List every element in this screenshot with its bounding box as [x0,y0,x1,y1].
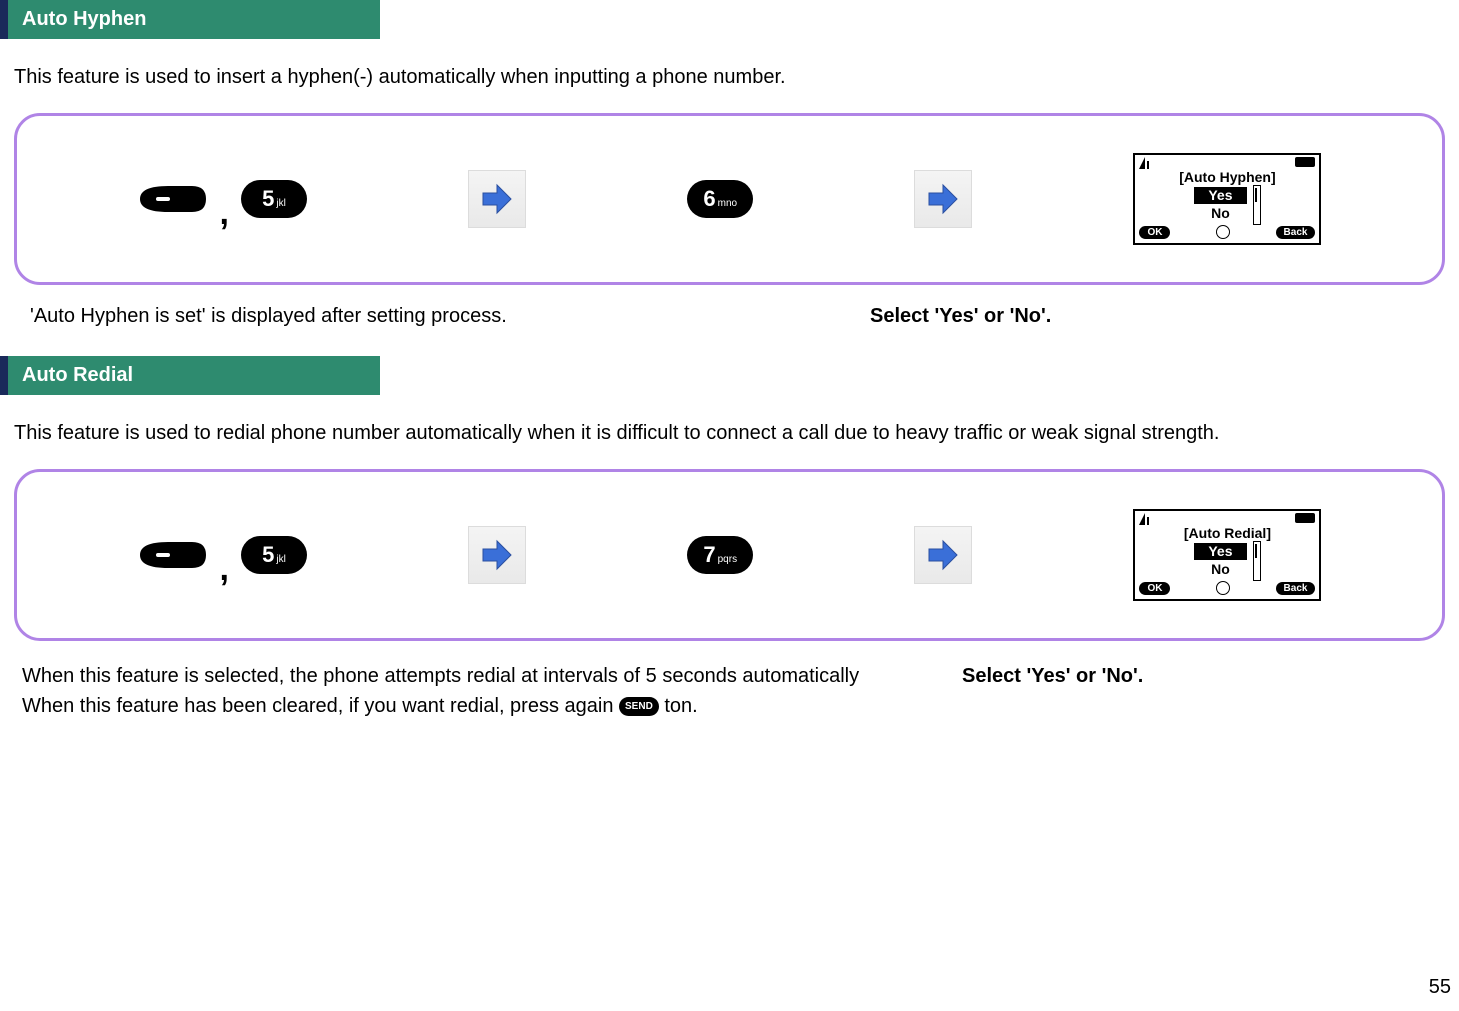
option-yes: Yes [1194,543,1246,560]
screen-title: [Auto Redial] [1139,525,1315,541]
caption-line2-post: ton. [664,695,697,717]
nav-key-icon [138,536,208,574]
screen-title: [Auto Hyphen] [1139,169,1315,185]
key-letters: pqrs [718,541,737,579]
softkey-mid-icon [1216,581,1230,595]
key-digit: 5 [262,536,274,574]
arrow-right-icon [914,526,972,584]
battery-icon [1295,513,1315,523]
section-title: Auto Redial [22,364,133,386]
caption-row: 'Auto Hyphen is set' is displayed after … [30,305,1459,328]
screen-options: Yes No [1194,187,1246,222]
softkey-back: Back [1276,582,1316,595]
key-group: , 5jkl [138,180,307,219]
caption-right: Select 'Yes' or 'No'. [870,305,1051,328]
separator-comma: , [220,550,229,589]
nav-key-icon [138,180,208,218]
section-header-auto-hyphen: Auto Hyphen [0,0,380,39]
option-yes: Yes [1194,187,1246,204]
arrow-right-icon [914,170,972,228]
caption-line1: When this feature is selected, the phone… [22,661,912,691]
softkey-back: Back [1276,226,1316,239]
scrollbar-icon [1253,185,1261,225]
softkey-mid-icon [1216,225,1230,239]
caption-left: 'Auto Hyphen is set' is displayed after … [30,305,690,328]
steps-panel-redial: , 5jkl 7pqrs [Auto Redial] Yes No [14,469,1445,641]
battery-icon [1295,157,1315,167]
scrollbar-icon [1253,541,1261,581]
key-letters: mno [718,185,737,223]
section-header-auto-redial: Auto Redial [0,356,380,395]
send-button-icon: SEND [619,697,659,716]
arrow-right-icon [468,526,526,584]
steps-panel-hyphen: , 5jkl 6mno [Auto Hyphen] Yes No [14,113,1445,285]
screen-options: Yes No [1194,543,1246,578]
key-digit: 6 [703,180,715,218]
key-5: 5jkl [241,536,307,574]
key-6: 6mno [687,180,753,218]
key-digit: 5 [262,180,274,218]
page-number: 55 [1429,976,1451,999]
caption-line2-pre: When this feature has been cleared, if y… [22,695,619,717]
option-no: No [1211,205,1230,221]
section2-description: This feature is used to redial phone num… [14,419,1459,447]
key-digit: 7 [703,536,715,574]
section-title: Auto Hyphen [22,8,146,30]
key-letters: jkl [276,541,285,579]
separator-comma: , [220,194,229,233]
softkey-ok: OK [1139,226,1170,239]
arrow-right-icon [468,170,526,228]
section1-description: This feature is used to insert a hyphen(… [14,63,1459,91]
signal-icon [1139,513,1153,525]
key-7: 7pqrs [687,536,753,574]
softkey-ok: OK [1139,582,1170,595]
phone-screen-redial: [Auto Redial] Yes No OK Back [1133,509,1321,601]
phone-screen-hyphen: [Auto Hyphen] Yes No OK Back [1133,153,1321,245]
caption-right: Select 'Yes' or 'No'. [962,661,1143,691]
key-letters: jkl [276,185,285,223]
key-5: 5jkl [241,180,307,218]
key-group: , 5jkl [138,536,307,575]
signal-icon [1139,157,1153,169]
caption-block: When this feature is selected, the phone… [22,661,1459,721]
option-no: No [1211,561,1230,577]
